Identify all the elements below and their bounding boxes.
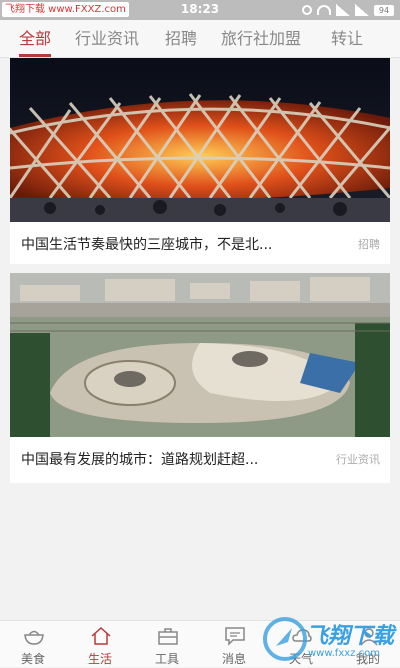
bowl-icon xyxy=(24,630,44,645)
alarm-icon xyxy=(302,5,312,15)
wifi-icon xyxy=(317,5,331,15)
status-icons: 94 xyxy=(302,3,394,17)
tab-travel-agency-franchise[interactable]: 旅行社加盟 xyxy=(221,20,301,57)
nav-label: 美食 xyxy=(20,652,45,666)
nav-label: 生活 xyxy=(87,652,112,666)
watermark-url: www.fxxz.com xyxy=(308,648,380,659)
article-tag: 行业资讯 xyxy=(336,453,380,466)
article-image xyxy=(10,273,390,437)
signal-icon xyxy=(336,4,350,16)
article-card[interactable]: 中国最有发展的城市：道路规划赶超... 行业资讯 xyxy=(10,273,390,483)
watermark-text: 飞翔下载 xyxy=(306,624,395,649)
tab-transfer[interactable]: 转让 xyxy=(331,20,363,57)
tab-industry-news[interactable]: 行业资讯 xyxy=(75,20,139,57)
home-icon xyxy=(91,626,111,645)
nav-label: 工具 xyxy=(154,652,179,666)
article-title: 中国最有发展的城市：道路规划赶超... xyxy=(21,452,259,468)
site-watermark: 飞翔下载 www.fxxz.com xyxy=(262,614,398,666)
category-tabs: 全部 行业资讯 招聘 旅行社加盟 转让 xyxy=(0,20,400,58)
signal-icon xyxy=(355,4,369,16)
article-card[interactable]: 中国生活节奏最快的三座城市，不是北... 招聘 xyxy=(10,58,390,264)
nav-life[interactable]: 生活 xyxy=(70,621,130,668)
nav-tools[interactable]: 工具 xyxy=(137,621,197,668)
tab-recruitment[interactable]: 招聘 xyxy=(165,20,197,57)
tab-all[interactable]: 全部 xyxy=(19,20,52,57)
nav-label: 消息 xyxy=(221,652,246,666)
message-icon xyxy=(225,627,245,646)
nav-messages[interactable]: 消息 xyxy=(204,621,264,668)
nav-food[interactable]: 美食 xyxy=(3,621,63,668)
article-title: 中国生活节奏最快的三座城市，不是北... xyxy=(21,237,273,253)
battery-icon: 94 xyxy=(374,4,394,16)
article-tag: 招聘 xyxy=(358,238,380,251)
article-image xyxy=(10,58,390,222)
watermark-logo-icon xyxy=(263,617,307,661)
status-bar: 飞翔下载 www.FXXZ.com 18:23 94 xyxy=(0,0,400,20)
toolbox-icon xyxy=(158,628,178,645)
